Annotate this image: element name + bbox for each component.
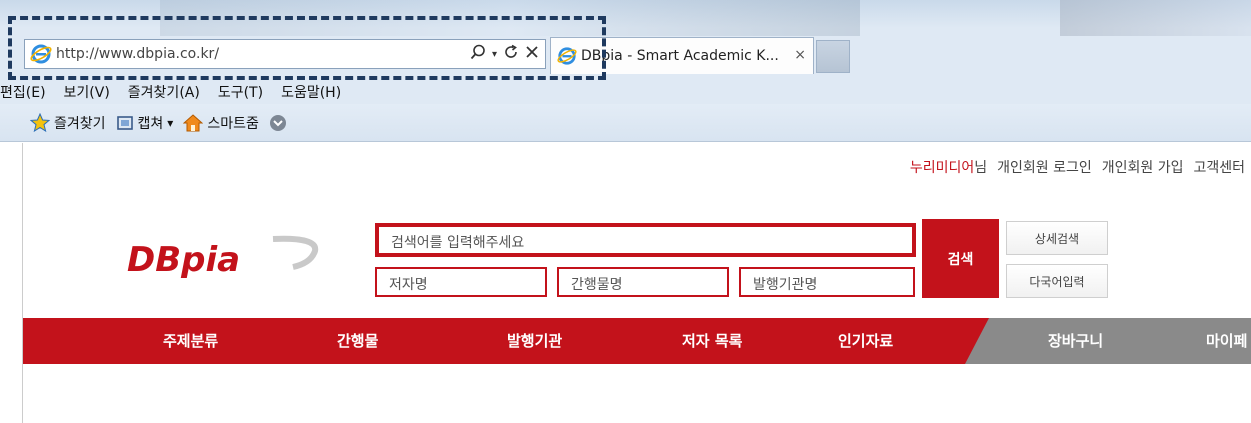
- capture-label: 캡쳐: [137, 115, 164, 132]
- advanced-search-button[interactable]: 상세검색: [1006, 221, 1108, 255]
- blurred-background: [160, 0, 860, 36]
- menu-help[interactable]: 도움말(H): [281, 82, 341, 102]
- multilang-input-button[interactable]: 다국어입력: [1006, 264, 1108, 298]
- nav-subject[interactable]: 주제분류: [163, 318, 218, 364]
- nav-publishers[interactable]: 발행기관: [507, 318, 562, 364]
- nav-mypage[interactable]: 마이페: [1206, 318, 1247, 364]
- tab-title: DBpia - Smart Academic K...: [581, 48, 779, 64]
- chevron-down-circle-icon: [269, 114, 286, 131]
- dropdown-arrow-icon[interactable]: ▾: [492, 49, 497, 60]
- login-link[interactable]: 개인회원 로그인: [997, 157, 1092, 177]
- home-icon: [183, 113, 204, 131]
- favorites-label: 즐겨찾기: [54, 115, 106, 132]
- more-options-button[interactable]: [269, 114, 291, 132]
- browser-tab-dbpia[interactable]: DBpia - Smart Academic K... ×: [550, 37, 814, 74]
- tab-close-icon[interactable]: ×: [794, 47, 806, 63]
- new-tab-button[interactable]: [816, 40, 850, 73]
- search-icon[interactable]: [470, 44, 486, 64]
- search-input[interactable]: 검색어를 입력해주세요: [375, 223, 916, 257]
- favorites-button[interactable]: 즐겨찾기: [30, 112, 106, 133]
- address-bar-buttons: ▾: [470, 44, 539, 64]
- journal-field[interactable]: 간행물명: [557, 267, 729, 297]
- nav-popular[interactable]: 인기자료: [838, 318, 893, 364]
- blurred-background-right: [1060, 0, 1251, 36]
- author-field[interactable]: 저자명: [375, 267, 547, 297]
- smartzoom-button[interactable]: 스마트줌: [183, 113, 259, 133]
- dbpia-logo[interactable]: DBpia: [123, 233, 323, 283]
- browser-titlebar: http://www.dbpia.co.kr/ ▾ DBpia - Smart …: [0, 0, 1251, 80]
- capture-icon: [116, 115, 133, 130]
- user-name: 누리미디어: [909, 160, 975, 176]
- capture-button[interactable]: 캡쳐 ▾: [116, 113, 173, 133]
- address-bar[interactable]: http://www.dbpia.co.kr/ ▾: [24, 39, 546, 69]
- support-link[interactable]: 고객센터: [1193, 157, 1245, 177]
- menu-bar: 편집(E) 보기(V) 즐겨찾기(A) 도구(T) 도움말(H): [0, 80, 1251, 104]
- publisher-field[interactable]: 발행기관명: [739, 267, 915, 297]
- nav-authors[interactable]: 저자 목록: [682, 318, 742, 364]
- menu-favorites[interactable]: 즐겨찾기(A): [128, 82, 200, 102]
- address-url-text[interactable]: http://www.dbpia.co.kr/: [56, 46, 219, 62]
- stop-icon[interactable]: [525, 45, 539, 63]
- main-nav: 주제분류 간행물 발행기관 저자 목록 인기자료 장바구니 마이페: [23, 318, 1251, 364]
- refresh-icon[interactable]: [503, 44, 519, 64]
- star-icon: [30, 112, 50, 132]
- browser-window: http://www.dbpia.co.kr/ ▾ DBpia - Smart …: [0, 0, 1251, 423]
- nav-journals[interactable]: 간행물: [337, 318, 378, 364]
- favorites-bar: 즐겨찾기 캡쳐 ▾ 스마트줌: [0, 104, 1251, 142]
- ie-logo-icon: [557, 47, 577, 65]
- ie-logo-icon: [30, 44, 52, 64]
- menu-tools[interactable]: 도구(T): [218, 82, 263, 102]
- signup-link[interactable]: 개인회원 가입: [1102, 157, 1184, 177]
- menu-view[interactable]: 보기(V): [64, 82, 110, 102]
- web-page: 누리미디어 님 개인회원 로그인 개인회원 가입 고객센터 DBpia 검색어를…: [22, 143, 1251, 423]
- top-links: 누리미디어 님 개인회원 로그인 개인회원 가입 고객센터: [910, 157, 1245, 177]
- smartzoom-label: 스마트줌: [207, 115, 259, 132]
- logo-text: DBpia: [127, 240, 240, 280]
- menu-edit[interactable]: 편집(E): [0, 82, 46, 102]
- search-button[interactable]: 검색: [922, 219, 999, 298]
- capture-dropdown-icon[interactable]: ▾: [167, 116, 173, 130]
- user-suffix: 님: [974, 160, 988, 176]
- nav-cart[interactable]: 장바구니: [1048, 318, 1103, 364]
